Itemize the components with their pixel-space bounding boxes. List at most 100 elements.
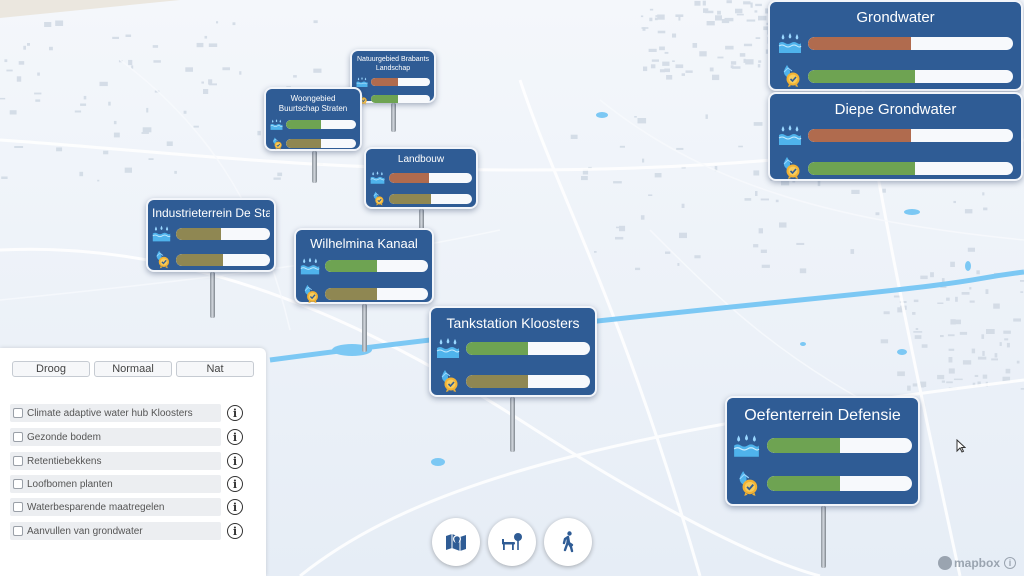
location-card[interactable]: Oefenterrein Defensie [725, 396, 920, 506]
building-block [986, 329, 995, 334]
location-card[interactable]: Industrieterrein De Stad [146, 198, 276, 272]
building-block [615, 236, 624, 240]
mapbox-attribution[interactable]: mapbox i [938, 556, 1017, 570]
building-block [781, 181, 790, 186]
building-block [642, 27, 646, 31]
measure-checkbox[interactable] [13, 526, 23, 536]
location-card[interactable]: Natuurgebied Brabants Landschap [350, 49, 436, 105]
building-block [681, 203, 685, 208]
building-block [760, 198, 769, 201]
measure-checkbox[interactable] [13, 479, 23, 489]
walking-route-button[interactable] [544, 518, 592, 566]
building-block [940, 335, 944, 338]
water-level-bar-fill [767, 438, 840, 453]
building-block [699, 51, 707, 57]
building-block [664, 51, 669, 54]
building-block [208, 43, 218, 47]
water-quality-badge-icon [304, 284, 318, 304]
info-icon[interactable]: i [227, 429, 243, 445]
building-block [950, 319, 956, 325]
building-block [654, 17, 658, 21]
building-block [730, 65, 734, 68]
building-block [232, 22, 236, 26]
building-block [648, 194, 653, 196]
measure-checkbox[interactable] [13, 456, 23, 466]
water-quality-bar-fill [466, 374, 528, 388]
building-block [97, 179, 100, 182]
building-block [185, 67, 193, 72]
building-block [1020, 291, 1024, 293]
building-block [649, 17, 653, 22]
water-quality-bar-fill [176, 253, 223, 266]
location-card[interactable]: Wilhelmina Kanaal [294, 228, 434, 304]
info-icon[interactable]: i [227, 523, 243, 539]
measure-item[interactable]: Climate adaptive water hub Kloosters [10, 404, 221, 422]
building-block [613, 181, 622, 184]
building-block [971, 348, 976, 354]
building-block [913, 299, 919, 303]
building-block [882, 188, 886, 193]
building-block [277, 172, 283, 177]
building-block [672, 33, 677, 38]
sign-pole [419, 209, 424, 230]
measure-item[interactable]: Loofbomen planten [10, 475, 221, 493]
building-block [142, 127, 152, 133]
building-block [775, 199, 779, 203]
water-quality-bar-fill [325, 288, 377, 300]
building-block [937, 374, 945, 380]
location-card[interactable]: Grondwater [768, 0, 1023, 91]
building-block [947, 334, 955, 337]
building-block [758, 60, 762, 63]
building-block [650, 64, 656, 69]
location-card[interactable]: Diepe Grondwater [768, 92, 1023, 181]
building-block [108, 101, 111, 106]
location-card[interactable]: Woongebied Buurtschap Straten [264, 87, 362, 151]
map-view-button[interactable] [432, 518, 480, 566]
building-block [103, 150, 109, 155]
water-quality-badge-icon [739, 471, 758, 496]
water-level-bar [325, 260, 428, 272]
water-drops-icon [436, 338, 460, 358]
water-quality-bar [176, 253, 270, 266]
building-block [912, 383, 918, 387]
measure-item[interactable]: Aanvullen van grondwater [10, 522, 221, 540]
building-block [724, 17, 734, 22]
scenario-nat-button[interactable]: Nat [176, 361, 254, 377]
water-row [370, 170, 472, 185]
location-card[interactable]: Tankstation Kloosters [429, 306, 597, 397]
measure-checkbox[interactable] [13, 502, 23, 512]
info-icon[interactable]: i [227, 499, 243, 515]
leisure-button[interactable] [488, 518, 536, 566]
info-icon[interactable]: i [227, 476, 243, 492]
building-block [665, 251, 671, 254]
location-card[interactable]: Landbouw [364, 147, 478, 209]
building-block [1005, 368, 1011, 374]
location-card-title: Grondwater [856, 9, 935, 26]
building-block [736, 13, 744, 16]
attribution-info-icon[interactable]: i [1004, 557, 1017, 569]
building-block [745, 59, 754, 65]
measure-item[interactable]: Gezonde bodem [10, 428, 221, 446]
building-block [915, 328, 919, 330]
location-card-title: Wilhelmina Kanaal [310, 236, 418, 251]
measure-checkbox[interactable] [13, 408, 23, 418]
building-block [152, 45, 159, 48]
building-block [755, 37, 761, 39]
building-block [750, 2, 753, 8]
building-block [174, 170, 177, 174]
measure-item[interactable]: Waterbesparende maatregelen [10, 498, 221, 516]
location-card-title: Landbouw [397, 154, 445, 165]
building-block [755, 3, 762, 7]
info-icon[interactable]: i [227, 405, 243, 421]
building-block [717, 10, 721, 15]
building-block [657, 14, 665, 20]
scenario-droog-button[interactable]: Droog [12, 361, 90, 377]
info-icon[interactable]: i [227, 453, 243, 469]
scenario-normaal-button[interactable]: Normaal [94, 361, 172, 377]
building-block [1013, 318, 1021, 322]
measure-item[interactable]: Retentiebekkens [10, 452, 221, 470]
location-card-title: Woongebied Buurtschap Straten [278, 94, 348, 113]
measure-checkbox[interactable] [13, 432, 23, 442]
building-block [6, 69, 13, 72]
building-block [79, 171, 84, 177]
